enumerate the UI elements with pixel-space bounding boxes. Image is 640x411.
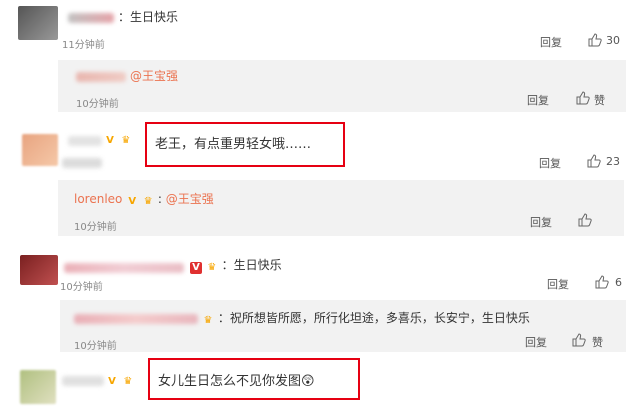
reply-button[interactable]: 回复 [525, 334, 547, 350]
thumb-up-icon[interactable] [588, 33, 602, 47]
separator: : [157, 192, 162, 206]
avatar[interactable] [20, 370, 56, 404]
avatar[interactable] [18, 6, 58, 40]
mention-link[interactable]: @王宝强 [166, 192, 214, 206]
v-badge-icon: V [106, 135, 114, 146]
comment-text: 女儿生日怎么不见你发图😲 [158, 374, 315, 389]
surprised-emoji-icon: 😲 [301, 374, 315, 389]
crown-badge-icon: ♛ [121, 135, 131, 146]
reply-button[interactable]: 回复 [527, 92, 549, 108]
like-label: 赞 [592, 336, 603, 349]
comment-text: V ♛ ：生日快乐 [190, 256, 282, 274]
like-label: 赞 [594, 94, 605, 107]
avatar[interactable] [22, 134, 58, 166]
reply-time: 10分钟前 [74, 341, 117, 352]
crown-badge-icon: ♛ [203, 315, 213, 326]
comment-time: 10分钟前 [60, 282, 103, 293]
badges: V ♛ [106, 372, 134, 388]
crown-badge-icon: ♛ [207, 262, 217, 273]
reply-text: ♛ ：祝所想皆所愿，所行化坦途，多喜乐，长安宁，生日快乐 [203, 311, 530, 326]
reply-button[interactable]: 回复 [547, 276, 569, 292]
v-badge-icon: V [190, 262, 202, 274]
reply-button[interactable]: 回复 [539, 155, 561, 171]
thumb-up-icon[interactable] [572, 333, 586, 347]
username[interactable] [62, 376, 104, 386]
reply-time: 10分钟前 [74, 222, 117, 233]
reply-button[interactable]: 回复 [530, 214, 552, 230]
thumb-up-icon[interactable] [587, 154, 601, 168]
crown-badge-icon: ♛ [143, 196, 153, 207]
username[interactable] [68, 13, 114, 23]
comment-text: ：生日快乐 [118, 10, 179, 24]
avatar[interactable] [20, 255, 58, 285]
comment-time: 11分钟前 [62, 40, 105, 51]
like-count: 30 [606, 34, 620, 47]
username[interactable] [74, 314, 198, 324]
reply-username[interactable]: lorenleo [74, 192, 122, 206]
v-badge-icon: V [108, 376, 116, 387]
reply-text: @王宝强 [130, 67, 178, 84]
reply-button[interactable]: 回复 [540, 34, 562, 50]
username[interactable] [68, 136, 102, 146]
thumb-up-icon[interactable] [578, 213, 592, 227]
crown-badge-icon: ♛ [123, 376, 133, 387]
mention-link[interactable]: @王宝强 [130, 69, 178, 83]
blurred-time [62, 158, 102, 168]
thumb-up-icon[interactable] [595, 275, 609, 289]
reply-text: lorenleo V ♛ : @王宝强 [74, 190, 214, 208]
badges: V ♛ [104, 131, 132, 147]
comment-text: 老王，有点重男轻女哦…… [155, 137, 312, 152]
v-badge-icon: V [128, 196, 137, 207]
reply-time: 10分钟前 [76, 99, 119, 110]
username[interactable] [76, 72, 126, 82]
like-count: 6 [615, 276, 622, 289]
thumb-up-icon[interactable] [576, 91, 590, 105]
like-count: 23 [606, 155, 620, 168]
username[interactable] [64, 263, 184, 273]
